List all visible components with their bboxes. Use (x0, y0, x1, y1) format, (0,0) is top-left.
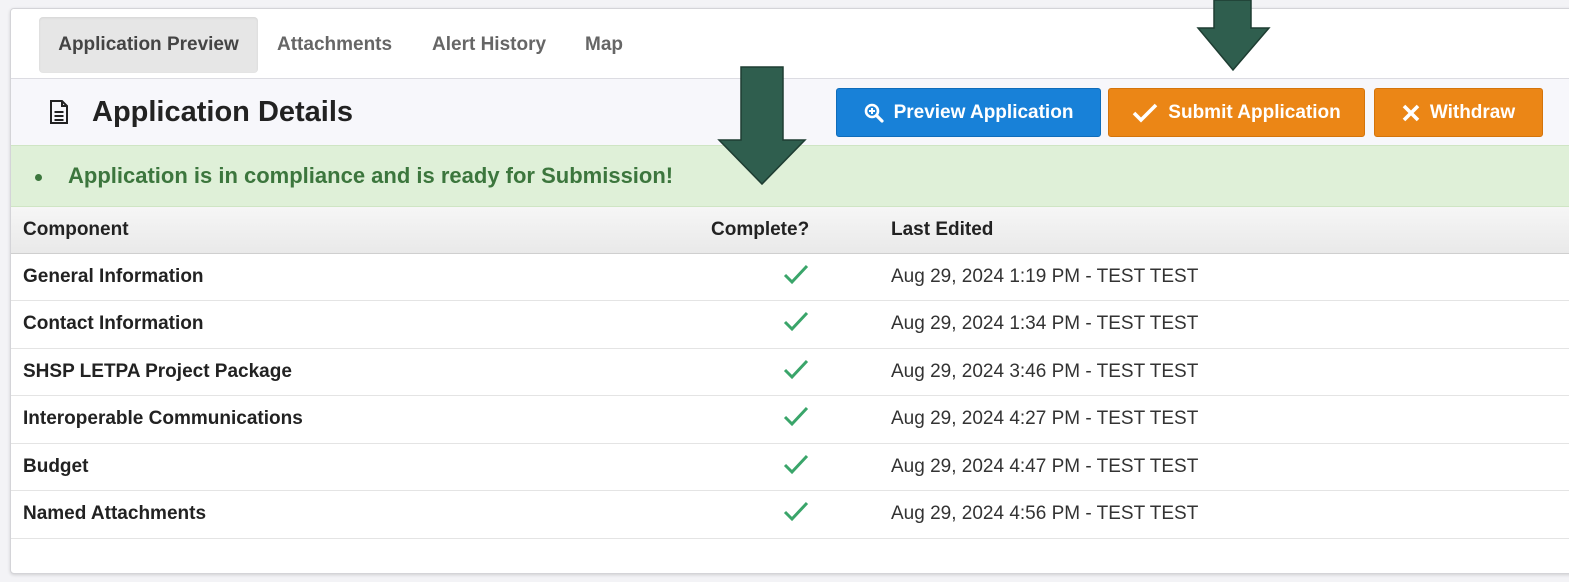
last-edited: Aug 29, 2024 1:34 PM - TEST TEST (891, 300, 1569, 349)
tab-application-preview[interactable]: Application Preview (39, 17, 258, 73)
component-name[interactable]: Budget (11, 443, 701, 491)
checkmark-icon (783, 502, 809, 522)
table-row[interactable]: General Information Aug 29, 2024 1:19 PM… (11, 253, 1569, 301)
submit-application-button[interactable]: Submit Application (1108, 88, 1365, 137)
checkmark-icon (783, 454, 809, 474)
last-edited: Aug 29, 2024 4:47 PM - TEST TEST (891, 443, 1569, 491)
table-header-row: Component Complete? Last Edited (11, 207, 1569, 254)
column-header-last-edited[interactable]: Last Edited (891, 207, 1569, 254)
last-edited: Aug 29, 2024 1:19 PM - TEST TEST (891, 253, 1569, 301)
column-header-component[interactable]: Component (11, 207, 701, 254)
table-row[interactable]: Named Attachments Aug 29, 2024 4:56 PM -… (11, 490, 1569, 539)
checkmark-icon (783, 359, 809, 379)
component-name[interactable]: Interoperable Communications (11, 395, 701, 444)
preview-application-label: Preview Application (893, 101, 1074, 123)
component-name[interactable]: Named Attachments (11, 490, 701, 539)
tab-attachments[interactable]: Attachments (277, 17, 392, 73)
withdraw-label: Withdraw (1429, 101, 1516, 123)
component-name[interactable]: SHSP LETPA Project Package (11, 348, 701, 396)
page-title: Application Details (92, 96, 354, 128)
annotation-arrow-down-icon (1196, 0, 1271, 72)
last-edited: Aug 29, 2024 3:46 PM - TEST TEST (891, 348, 1569, 396)
column-header-complete[interactable]: Complete? (701, 207, 891, 254)
components-table: Component Complete? Last Edited General … (11, 207, 1569, 539)
document-icon (50, 100, 68, 124)
bullet-icon (35, 174, 42, 181)
component-name[interactable]: General Information (11, 253, 701, 301)
withdraw-button[interactable]: Withdraw (1374, 88, 1543, 137)
checkmark-icon (783, 264, 809, 284)
compliance-message: Application is in compliance and is read… (68, 163, 674, 188)
table-row[interactable]: SHSP LETPA Project Package Aug 29, 2024 … (11, 348, 1569, 396)
checkmark-icon (783, 407, 809, 427)
checkmark-icon (1133, 103, 1158, 123)
annotation-arrow-down-icon (717, 66, 807, 186)
tab-map[interactable]: Map (585, 17, 623, 73)
table-row[interactable]: Budget Aug 29, 2024 4:47 PM - TEST TEST (11, 443, 1569, 491)
submit-application-label: Submit Application (1168, 101, 1341, 123)
last-edited: Aug 29, 2024 4:56 PM - TEST TEST (891, 490, 1569, 539)
preview-application-button[interactable]: Preview Application (836, 88, 1101, 137)
component-name[interactable]: Contact Information (11, 300, 701, 349)
magnifier-icon (864, 103, 884, 123)
tab-alert-history[interactable]: Alert History (432, 17, 546, 73)
table-row[interactable]: Interoperable Communications Aug 29, 202… (11, 395, 1569, 444)
table-row[interactable]: Contact Information Aug 29, 2024 1:34 PM… (11, 300, 1569, 349)
last-edited: Aug 29, 2024 4:27 PM - TEST TEST (891, 395, 1569, 444)
x-icon (1402, 104, 1420, 121)
checkmark-icon (783, 312, 809, 332)
